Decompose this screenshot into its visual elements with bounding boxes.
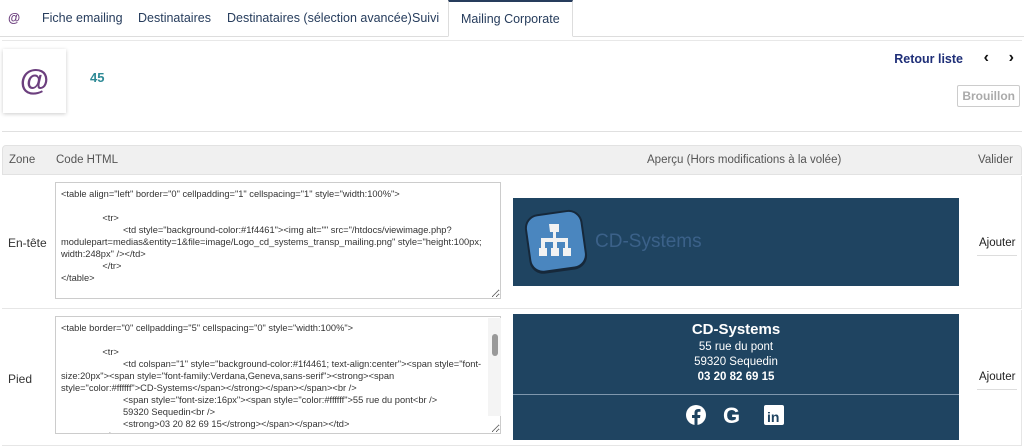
add-header-button[interactable]: Ajouter	[977, 234, 1018, 256]
status-badge: Brouillon	[957, 85, 1020, 107]
google-icon: G	[723, 403, 740, 427]
preview-footer: CD-Systems 55 rue du pont 59320 Sequedin…	[513, 314, 959, 440]
table-header: Zone Code HTML Aperçu (Hors modification…	[2, 145, 1022, 175]
tab-bar: @ Fiche emailing Destinataires Destinata…	[0, 0, 1024, 37]
zone-label: Pied	[8, 372, 33, 386]
preview-city: 59320 Sequedin	[694, 356, 778, 368]
record-header: @ 45 Retour liste ‹ › Brouillon	[2, 40, 1022, 132]
tab-fiche-emailing[interactable]: Fiche emailing	[42, 0, 123, 37]
tab-at-icon[interactable]: @	[8, 0, 20, 37]
tab-destinataires-avancee[interactable]: Destinataires (sélection avancée)	[227, 0, 412, 37]
record-ref: 45	[90, 70, 105, 85]
tab-suivi[interactable]: Suivi	[412, 0, 439, 37]
table-row-footer: Pied <table border="0" cellpadding="5" c…	[2, 310, 1022, 446]
preview-phone: 03 20 82 69 15	[697, 371, 775, 383]
col-zone: Zone	[9, 154, 36, 166]
col-code: Code HTML	[56, 154, 118, 166]
next-icon[interactable]: ›	[1009, 49, 1014, 67]
tab-mailing-corporate[interactable]: Mailing Corporate	[448, 0, 573, 37]
add-footer-button[interactable]: Ajouter	[977, 368, 1018, 390]
col-preview: Aperçu (Hors modifications à la volée)	[647, 154, 842, 166]
linkedin-icon: in	[764, 405, 784, 425]
preview-street: 55 rue du pont	[698, 341, 774, 353]
svg-text:G: G	[723, 403, 740, 427]
preview-company: CD-Systems	[691, 321, 781, 338]
back-to-list-link[interactable]: Retour liste	[894, 52, 963, 66]
table-row-header: En-tête <table align="left" border="0" c…	[2, 176, 1022, 309]
html-code-input[interactable]: <table border="0" cellpadding="5" cellsp…	[55, 316, 501, 434]
preview-header: CD-Systems	[513, 198, 959, 286]
facebook-icon	[686, 405, 706, 425]
preview-brand-text: CD-Systems	[595, 231, 702, 252]
svg-text:in: in	[767, 409, 779, 425]
html-code-input[interactable]: <table align="left" border="0" cellpaddi…	[55, 182, 501, 299]
zone-label: En-tête	[8, 236, 47, 250]
social-icons: G in	[686, 403, 784, 427]
scrollbar[interactable]	[488, 318, 501, 416]
tab-destinataires[interactable]: Destinataires	[138, 0, 211, 37]
cd-systems-logo-icon	[524, 209, 588, 274]
previous-icon[interactable]: ‹	[984, 49, 989, 67]
email-at-icon: @	[3, 49, 66, 113]
col-validate: Valider	[978, 154, 1013, 166]
